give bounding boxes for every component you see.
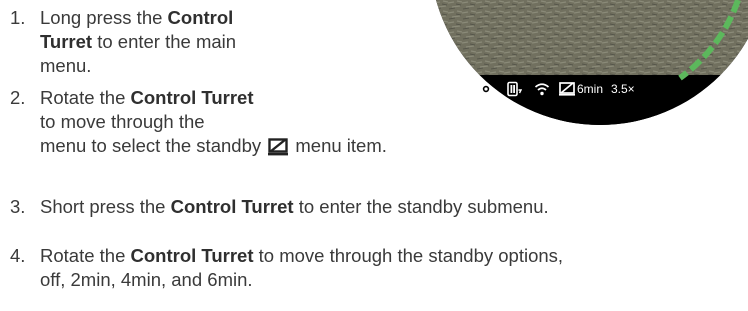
standby-icon xyxy=(268,138,289,156)
step-number: 1. xyxy=(10,7,26,28)
turret-label: Turret xyxy=(40,31,93,52)
step-text: Long press the Control Turret to enter t… xyxy=(40,7,237,76)
step-number: 4. xyxy=(10,245,26,266)
standby-instructions: 1. Long press the Control Turret to ente… xyxy=(0,0,748,311)
control-label: Control xyxy=(167,7,234,28)
control-turret-label: Control Turret xyxy=(170,196,294,217)
step-number: 3. xyxy=(10,196,26,217)
control-turret-label: Control Turret xyxy=(130,245,254,266)
step-text: Rotate the Control Turret to move throug… xyxy=(40,245,564,290)
step-text: Rotate the Control Turret to move throug… xyxy=(40,87,387,156)
step-number: 2. xyxy=(10,87,26,108)
step-text: Short press the Control Turret to enter … xyxy=(40,196,549,217)
control-turret-label: Control Turret xyxy=(130,87,254,108)
